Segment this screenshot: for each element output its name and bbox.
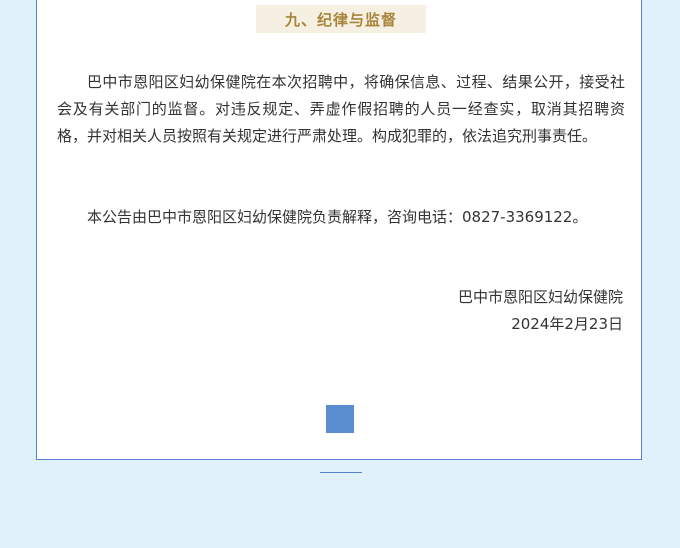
section-title: 九、纪律与监督: [284, 10, 397, 29]
discipline-paragraph: 巴中市恩阳区妇幼保健院在本次招聘中，将确保信息、过程、结果公开，接受社会及有关部…: [57, 73, 625, 145]
signature-date: 2024年2月23日: [511, 315, 623, 333]
divider-line: [320, 472, 362, 473]
contact-paragraph: 本公告由巴中市恩阳区妇幼保健院负责解释，咨询电话：0827-3369122。: [87, 208, 588, 226]
announcement-card: 九、纪律与监督 巴中市恩阳区妇幼保健院在本次招聘中，将确保信息、过程、结果公开，…: [36, 0, 642, 460]
end-marker-square: [326, 405, 354, 433]
section-header: 九、纪律与监督: [256, 5, 426, 33]
signature-organization: 巴中市恩阳区妇幼保健院: [457, 288, 623, 306]
